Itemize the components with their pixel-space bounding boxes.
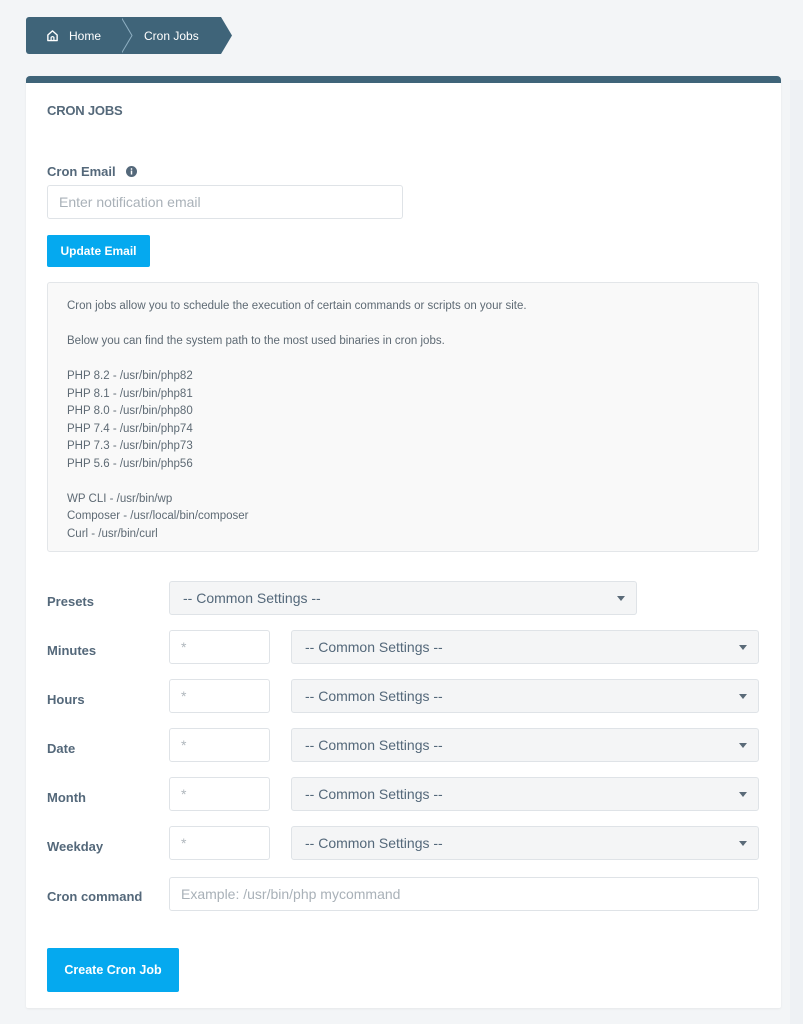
cron-email-input[interactable] bbox=[47, 185, 403, 219]
create-cron-job-button[interactable]: Create Cron Job bbox=[47, 948, 179, 992]
weekday-input[interactable] bbox=[169, 826, 270, 860]
breadcrumb-separator bbox=[122, 17, 134, 54]
date-selected-value: -- Common Settings -- bbox=[305, 737, 443, 753]
side-panel-edge bbox=[790, 80, 803, 1024]
month-label: Month bbox=[47, 790, 86, 805]
php-path-item: PHP 8.1 - /usr/bin/php81 bbox=[67, 387, 193, 400]
cron-command-input[interactable] bbox=[169, 877, 759, 911]
breadcrumb-current: Cron Jobs bbox=[134, 17, 220, 54]
breadcrumb: Home Cron Jobs bbox=[26, 17, 232, 54]
php-path-item: PHP 7.4 - /usr/bin/php74 bbox=[67, 422, 193, 435]
breadcrumb-home[interactable]: Home bbox=[26, 17, 122, 54]
hours-select[interactable]: -- Common Settings -- bbox=[291, 679, 759, 713]
info-circle-icon[interactable] bbox=[125, 166, 137, 177]
card-title: CRON JOBS bbox=[47, 103, 123, 118]
breadcrumb-current-label: Cron Jobs bbox=[144, 28, 199, 43]
hours-selected-value: -- Common Settings -- bbox=[305, 688, 443, 704]
minutes-input[interactable] bbox=[169, 630, 270, 664]
tool-path-item: Curl - /usr/bin/curl bbox=[67, 527, 158, 540]
presets-selected-value: -- Common Settings -- bbox=[183, 590, 321, 606]
hours-input[interactable] bbox=[169, 679, 270, 713]
caret-down-icon bbox=[739, 841, 747, 846]
month-selected-value: -- Common Settings -- bbox=[305, 786, 443, 802]
minutes-label: Minutes bbox=[47, 643, 97, 658]
caret-down-icon bbox=[739, 645, 747, 650]
date-input[interactable] bbox=[169, 728, 270, 762]
caret-down-icon bbox=[739, 743, 747, 748]
caret-down-icon bbox=[617, 596, 625, 601]
presets-select[interactable]: -- Common Settings -- bbox=[169, 581, 637, 615]
minutes-selected-value: -- Common Settings -- bbox=[305, 639, 443, 655]
cron-email-label-text: Cron Email bbox=[47, 164, 116, 179]
php-path-item: PHP 8.2 - /usr/bin/php82 bbox=[67, 370, 193, 382]
weekday-select[interactable]: -- Common Settings -- bbox=[291, 826, 759, 860]
date-select[interactable]: -- Common Settings -- bbox=[291, 728, 759, 762]
month-input[interactable] bbox=[169, 777, 270, 811]
update-email-button[interactable]: Update Email bbox=[47, 235, 150, 267]
weekday-selected-value: -- Common Settings -- bbox=[305, 835, 443, 851]
info-paths-intro: Below you can find the system path to th… bbox=[67, 335, 445, 347]
breadcrumb-home-label: Home bbox=[69, 28, 102, 43]
hours-label: Hours bbox=[47, 692, 85, 707]
php-path-item: PHP 5.6 - /usr/bin/php56 bbox=[67, 457, 193, 470]
minutes-select[interactable]: -- Common Settings -- bbox=[291, 630, 759, 664]
tool-path-item: Composer - /usr/local/bin/composer bbox=[67, 510, 249, 522]
info-intro: Cron jobs allow you to schedule the exec… bbox=[67, 300, 527, 312]
php-path-item: PHP 8.0 - /usr/bin/php80 bbox=[67, 405, 193, 417]
month-select[interactable]: -- Common Settings -- bbox=[291, 777, 759, 811]
cron-command-label: Cron command bbox=[47, 889, 143, 904]
php-path-item: PHP 7.3 - /usr/bin/php73 bbox=[67, 440, 193, 452]
chevron-right-icon bbox=[122, 17, 133, 54]
date-label: Date bbox=[47, 741, 76, 756]
weekday-label: Weekday bbox=[47, 839, 104, 854]
presets-label: Presets bbox=[47, 594, 94, 609]
cron-email-label: Cron Email bbox=[47, 164, 137, 179]
home-icon bbox=[47, 30, 58, 42]
caret-down-icon bbox=[739, 792, 747, 797]
tool-path-item: WP CLI - /usr/bin/wp bbox=[67, 492, 173, 505]
cron-jobs-card: CRON JOBS Cron Email Update Email Cron j… bbox=[26, 76, 781, 1008]
binary-paths-info-box: Cron jobs allow you to schedule the exec… bbox=[47, 282, 759, 552]
breadcrumb-arrow-tip bbox=[220, 17, 232, 54]
caret-down-icon bbox=[739, 694, 747, 699]
